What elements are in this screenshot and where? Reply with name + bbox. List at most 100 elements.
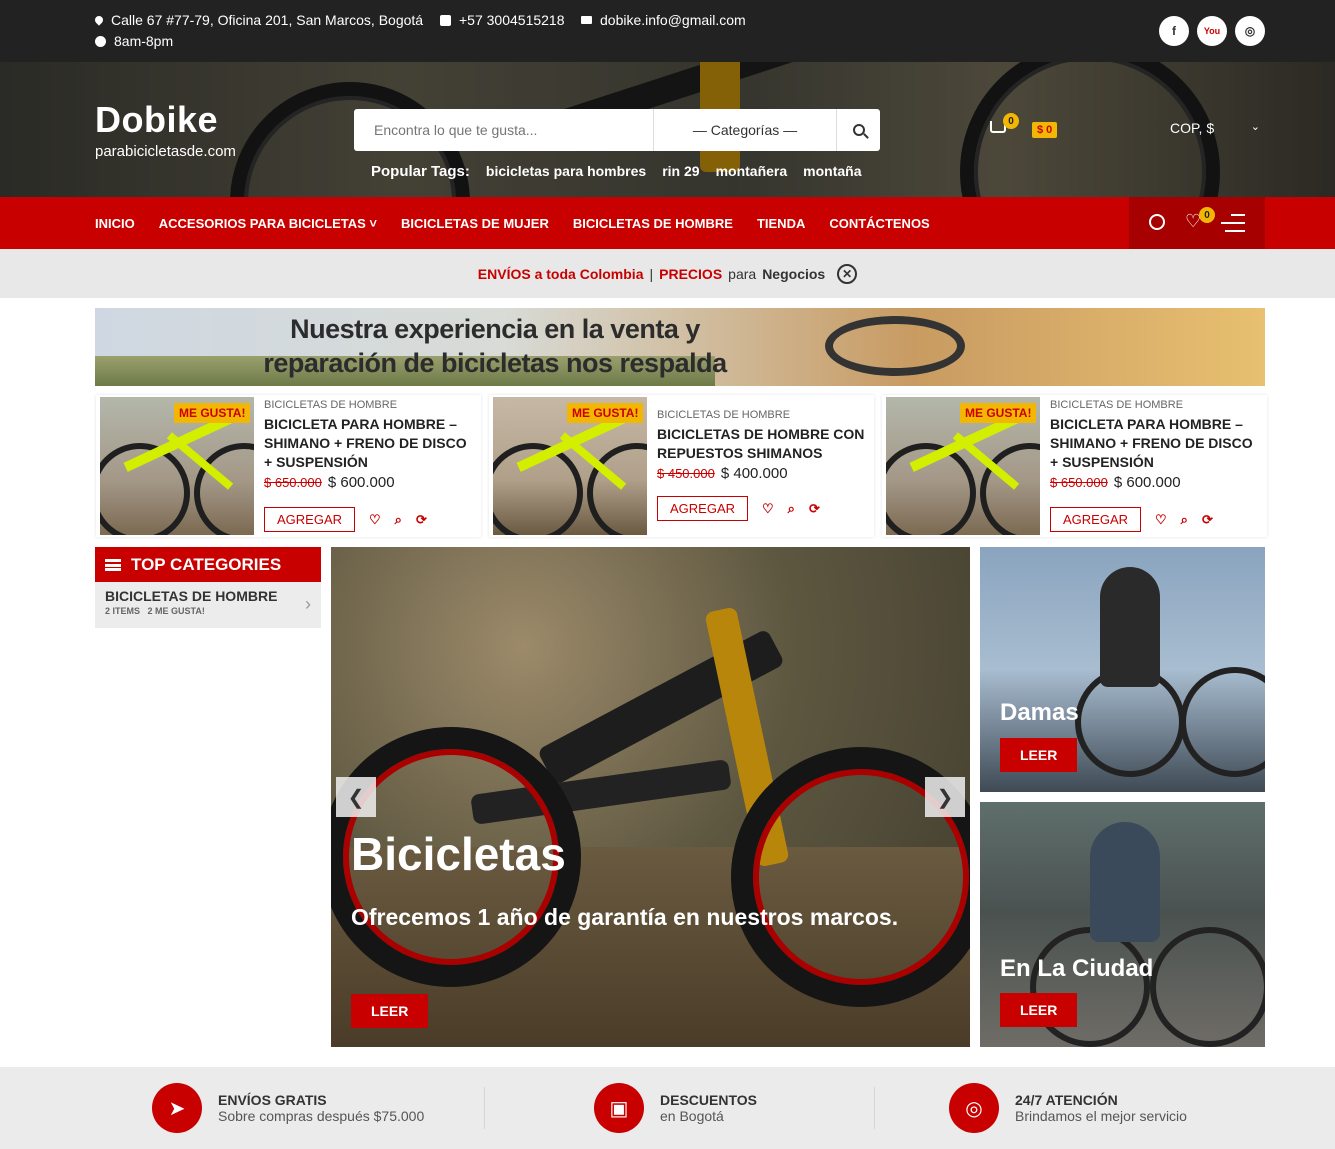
search-icon[interactable]: ⌕ <box>395 512 402 528</box>
currency-selector[interactable]: COP, $ ⌄ <box>1170 120 1260 136</box>
search-icon[interactable]: ⌕ <box>1181 512 1188 528</box>
currency-label: COP, $ <box>1170 120 1215 136</box>
product-category[interactable]: BICICLETAS DE HOMBRE <box>1050 399 1259 411</box>
feature-sub: Sobre compras después $75.000 <box>218 1108 425 1124</box>
phone-icon <box>440 14 451 26</box>
hours-info: 8am-8pm <box>95 33 173 49</box>
phone-text[interactable]: +57 3004515218 <box>459 12 565 28</box>
search-button[interactable] <box>837 109 880 151</box>
like-badge: ME GUSTA! <box>174 403 251 423</box>
category-select[interactable]: — Categorías — <box>654 109 837 151</box>
product-card: ME GUSTA! BICICLETAS DE HOMBRE BICICLETA… <box>96 395 481 537</box>
product-title[interactable]: BICICLETAS DE HOMBRE CON REPUESTOS SHIMA… <box>657 425 866 463</box>
popular-tags-label: Popular Tags: <box>371 163 470 180</box>
price: $ 400.000 <box>720 465 788 482</box>
heart-icon[interactable]: ♡ <box>762 501 774 517</box>
tag-link[interactable]: montaña <box>803 163 861 180</box>
slider-subtitle: Ofrecemos 1 año de garantía en nuestros … <box>351 904 899 930</box>
old-price: $ 650.000 <box>1050 475 1108 490</box>
popular-tags: Popular Tags: bicicletas para hombres ri… <box>371 163 861 180</box>
nav-item-contactenos[interactable]: CONTÁCTENOS <box>829 216 929 231</box>
product-image[interactable]: ME GUSTA! <box>100 397 254 535</box>
feature-sub: Brindamos el mejor servicio <box>1015 1108 1187 1124</box>
price: $ 600.000 <box>327 474 395 491</box>
notice-prices: PRECIOS <box>659 265 723 282</box>
tag-link[interactable]: rin 29 <box>662 163 699 180</box>
main-nav: INICIO ACCESORIOS PARA BICICLETAS ˅ BICI… <box>0 197 1335 249</box>
product-title[interactable]: BICICLETA PARA HOMBRE – SHIMANO + FRENO … <box>1050 415 1259 472</box>
cart-button[interactable]: 0 <box>990 113 1019 133</box>
compare-icon[interactable]: ⟳ <box>1202 512 1213 528</box>
add-to-cart-button[interactable]: AGREGAR <box>657 496 749 521</box>
nav-item-tienda[interactable]: TIENDA <box>757 216 805 231</box>
chevron-right-icon: › <box>305 594 311 614</box>
banner-line-1: Nuestra experiencia en la venta y <box>290 314 700 344</box>
promo-ciudad[interactable]: En La Ciudad LEER <box>980 802 1265 1047</box>
paper-plane-icon: ➤ <box>152 1083 202 1133</box>
category-item[interactable]: BICICLETAS DE HOMBRE 2 ITEMS 2 ME GUSTA!… <box>95 582 321 628</box>
youtube-icon[interactable]: You <box>1197 16 1227 46</box>
site-logo[interactable]: Dobike <box>95 99 218 141</box>
promo-title: Damas <box>1000 699 1079 726</box>
slider-prev-button[interactable]: ❮ <box>336 777 376 817</box>
nav-item-inicio[interactable]: INICIO <box>95 216 135 231</box>
menu-toggle-icon[interactable] <box>1221 214 1245 238</box>
notice-bar: ENVÍOS a toda Colombia | PRECIOS para Ne… <box>0 249 1335 298</box>
wishlist-count-badge: 0 <box>1199 207 1215 223</box>
search-icon[interactable]: ⌕ <box>788 501 795 517</box>
nav-item-accesorios[interactable]: ACCESORIOS PARA BICICLETAS ˅ <box>159 216 377 231</box>
hero-slider: ❮ ❯ Bicicletas Ofrecemos 1 año de garant… <box>331 547 970 1047</box>
like-badge: ME GUSTA! <box>960 403 1037 423</box>
promo-read-button[interactable]: LEER <box>1000 993 1078 1027</box>
add-to-cart-button[interactable]: AGREGAR <box>264 507 356 532</box>
email-icon <box>581 16 592 24</box>
category-name: BICICLETAS DE HOMBRE <box>105 588 278 604</box>
nav-item-hombre[interactable]: BICICLETAS DE HOMBRE <box>573 216 733 231</box>
notice-shipping: ENVÍOS a toda Colombia <box>477 265 644 282</box>
product-image[interactable]: ME GUSTA! <box>886 397 1040 535</box>
feature-title: DESCUENTOS <box>660 1092 757 1108</box>
tag-link[interactable]: montañera <box>716 163 788 180</box>
compare-icon[interactable]: ⟳ <box>809 501 820 517</box>
compare-icon[interactable]: ⟳ <box>416 512 427 528</box>
top-categories-header: TOP CATEGORIES <box>95 547 321 582</box>
gift-icon: ▣ <box>594 1083 644 1133</box>
instagram-icon[interactable]: ◎ <box>1235 16 1265 46</box>
promo-banner[interactable]: Nuestra experiencia en la venta y repara… <box>95 308 1265 386</box>
cart-total[interactable]: $ 0 <box>1032 122 1058 138</box>
promo-read-button[interactable]: LEER <box>1000 738 1078 772</box>
feature-shipping: ➤ ENVÍOS GRATIS Sobre compras después $75… <box>152 1083 424 1133</box>
address-text: Calle 67 #77-79, Oficina 201, San Marcos… <box>111 12 424 28</box>
old-price: $ 650.000 <box>264 475 322 490</box>
add-to-cart-button[interactable]: AGREGAR <box>1050 507 1142 532</box>
notice-para: para <box>728 265 757 282</box>
product-category[interactable]: BICICLETAS DE HOMBRE <box>264 399 473 411</box>
slider-read-button[interactable]: LEER <box>351 994 429 1028</box>
top-bar: Calle 67 #77-79, Oficina 201, San Marcos… <box>0 0 1335 62</box>
close-icon[interactable]: ✕ <box>837 263 858 284</box>
notice-business: Negocios <box>762 265 826 282</box>
search-input[interactable] <box>354 109 654 151</box>
heart-icon[interactable]: ♡ <box>1155 512 1167 528</box>
feature-title: ENVÍOS GRATIS <box>218 1092 327 1108</box>
search-bar: — Categorías — <box>354 109 880 151</box>
location-pin-icon <box>93 14 105 26</box>
price: $ 600.000 <box>1113 474 1181 491</box>
product-image[interactable]: ME GUSTA! <box>493 397 647 535</box>
slider-next-button[interactable]: ❯ <box>925 777 965 817</box>
features-bar: ➤ ENVÍOS GRATIS Sobre compras después $75… <box>0 1067 1335 1149</box>
user-icon[interactable] <box>1149 214 1165 230</box>
nav-item-mujer[interactable]: BICICLETAS DE MUJER <box>401 216 549 231</box>
feature-discounts: ▣ DESCUENTOS en Bogotá <box>594 1083 757 1133</box>
email-text[interactable]: dobike.info@gmail.com <box>600 12 746 28</box>
product-category[interactable]: BICICLETAS DE HOMBRE <box>657 409 866 421</box>
list-icon <box>105 558 121 571</box>
hours-text: 8am-8pm <box>114 33 174 49</box>
promo-damas[interactable]: Damas LEER <box>980 547 1265 792</box>
heart-icon[interactable]: ♡ <box>369 512 381 528</box>
tag-link[interactable]: bicicletas para hombres <box>486 163 646 180</box>
product-title[interactable]: BICICLETA PARA HOMBRE – SHIMANO + FRENO … <box>264 415 473 472</box>
like-badge: ME GUSTA! <box>567 403 644 423</box>
facebook-icon[interactable]: f <box>1159 16 1189 46</box>
site-tagline: parabicicletasde.com <box>95 143 236 160</box>
